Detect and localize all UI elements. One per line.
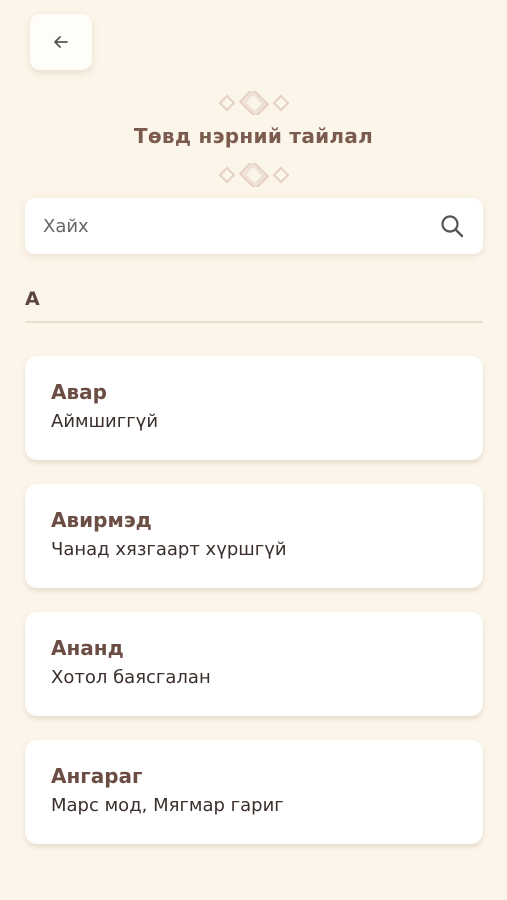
search-box[interactable] — [25, 198, 483, 254]
section-divider — [25, 321, 483, 323]
name-title: Ангараг — [51, 764, 143, 788]
section-header-letter: А — [25, 288, 40, 310]
name-meaning: Марс мод, Мягмар гариг — [51, 795, 284, 816]
name-card[interactable]: Авар Аймшиггүй — [25, 356, 483, 460]
title-ornament-top — [0, 91, 507, 115]
name-card[interactable]: Ананд Хотол баясгалан — [25, 612, 483, 716]
arrow-left-icon — [54, 36, 68, 48]
search-input[interactable] — [43, 215, 431, 237]
name-title: Авирмэд — [51, 508, 152, 532]
page-title: Төвд нэрний тайлал — [133, 124, 374, 148]
name-title: Ананд — [51, 636, 124, 660]
name-card[interactable]: Авирмэд Чанад хязгаарт хүршгүй — [25, 484, 483, 588]
name-card[interactable]: Ангараг Марс мод, Мягмар гариг — [25, 740, 483, 844]
name-title: Авар — [51, 380, 107, 404]
search-icon[interactable] — [439, 213, 465, 239]
name-meaning: Хотол баясгалан — [51, 667, 211, 688]
title-ornament-bottom — [0, 163, 507, 187]
name-meaning: Аймшиггүй — [51, 411, 159, 432]
name-meaning: Чанад хязгаарт хүршгүй — [51, 539, 287, 560]
back-button[interactable] — [30, 14, 92, 70]
